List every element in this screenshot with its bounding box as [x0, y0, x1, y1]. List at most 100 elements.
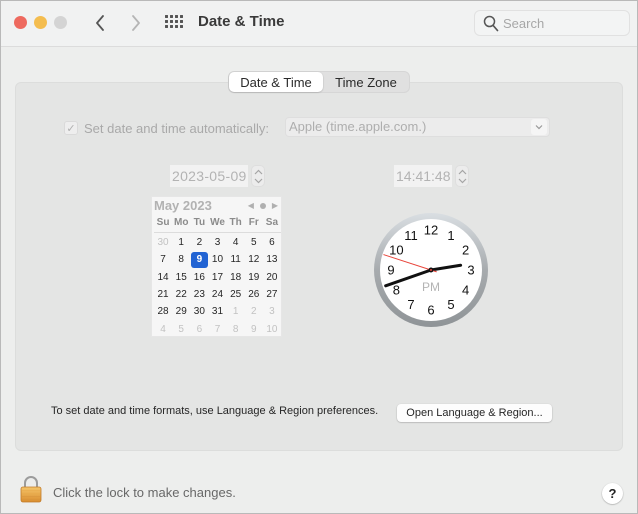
calendar-day-number: 8	[178, 254, 184, 266]
calendar-day[interactable]: 8	[227, 320, 245, 337]
calendar-day[interactable]: 6	[190, 320, 208, 337]
calendar-day[interactable]: 7	[208, 320, 226, 337]
calendar-day[interactable]: 5	[172, 320, 190, 337]
calendar-day[interactable]: 24	[208, 286, 226, 303]
back-button[interactable]	[89, 11, 111, 35]
calendar-day[interactable]: 10	[208, 251, 226, 268]
calendar-day-number: 6	[196, 323, 203, 335]
next-month-icon[interactable]: ▶	[272, 201, 278, 210]
date-stepper[interactable]	[251, 165, 265, 187]
clock-numeral: 1	[447, 228, 454, 243]
calendar-day[interactable]: 9	[245, 320, 263, 337]
time-server-select[interactable]: Apple (time.apple.com.)	[285, 117, 550, 137]
calendar-day-number: 9	[250, 323, 257, 335]
calendar-day[interactable]: 19	[245, 269, 263, 286]
calendar-day[interactable]: 8	[172, 251, 190, 268]
clock-numeral: 7	[407, 297, 414, 312]
calendar-day[interactable]: 27	[263, 286, 281, 303]
weekday-label: Fr	[248, 217, 259, 228]
auto-time-label: Set date and time automatically:	[84, 120, 269, 136]
calendar-day[interactable]: 29	[172, 303, 190, 320]
tab-time-zone[interactable]: Time Zone	[323, 72, 409, 92]
today-dot-icon[interactable]	[259, 202, 266, 209]
calendar-day[interactable]: 22	[172, 286, 190, 303]
calendar-day[interactable]: 18	[227, 269, 245, 286]
calendar-day-number: 3	[269, 306, 275, 318]
minimize-window-button[interactable]	[34, 16, 47, 29]
calendar-day[interactable]: 4	[154, 320, 172, 337]
stepper-up-icon	[458, 169, 467, 175]
calendar-day[interactable]: 2	[190, 234, 208, 251]
clock-numeral: 5	[447, 297, 454, 312]
analog-clock[interactable]: 12 12 3 45678 9 1011 PM	[373, 212, 489, 328]
calendar-day[interactable]: 30	[154, 234, 172, 251]
calendar-day-number: 28	[157, 306, 169, 318]
calendar-day[interactable]: 7	[154, 251, 172, 268]
forward-button[interactable]	[125, 11, 147, 35]
clock-center-pin-inner	[430, 269, 432, 271]
calendar-day[interactable]: 20	[263, 269, 281, 286]
grid-dot	[170, 15, 173, 18]
auto-time-checkbox[interactable]: ✓	[64, 121, 78, 135]
time-stepper[interactable]	[455, 165, 469, 187]
calendar-day-number: 2	[250, 306, 257, 318]
calendar-day-number: 22	[175, 289, 187, 301]
calendar-day[interactable]: 13	[263, 251, 281, 268]
calendar-day[interactable]: 23	[190, 286, 208, 303]
tab-date-time[interactable]: Date & Time	[229, 72, 323, 92]
time-field[interactable]: 14:41:48	[394, 165, 452, 187]
calendar-day[interactable]: 5	[245, 234, 263, 251]
calendar-day[interactable]: 3	[263, 303, 281, 320]
calendar-day[interactable]: 30	[190, 303, 208, 320]
calendar-day-number: 21	[157, 289, 169, 301]
calendar-day[interactable]: 25	[227, 286, 245, 303]
calendar-day[interactable]: 12	[245, 251, 263, 268]
calendar-day[interactable]: 31	[208, 303, 226, 320]
weekday-label: Sa	[265, 217, 279, 228]
calendar-day[interactable]: 21	[154, 286, 172, 303]
calendar-day[interactable]: 4	[227, 234, 245, 251]
calendar-day[interactable]: 16	[190, 269, 208, 286]
window-title: Date & Time	[198, 13, 285, 30]
chevron-right-icon	[132, 15, 140, 31]
previous-month-icon[interactable]: ◀	[248, 201, 254, 210]
clock-period-label: PM	[422, 280, 440, 294]
calendar-day-number: 17	[211, 271, 224, 283]
lock-icon[interactable]	[19, 475, 43, 503]
grid-dot	[165, 25, 168, 28]
calendar-day-number: 31	[211, 306, 224, 318]
weekday-label: Th	[229, 217, 242, 228]
calendar-day[interactable]: 17	[208, 269, 226, 286]
calendar-day[interactable]: 1	[227, 303, 245, 320]
help-button[interactable]: ?	[602, 483, 623, 504]
search-input[interactable]	[503, 14, 623, 32]
calendar-day[interactable]: 28	[154, 303, 172, 320]
grid-dot	[175, 15, 178, 18]
close-window-button[interactable]	[14, 16, 27, 29]
calendar-day-selected[interactable]: 9	[190, 251, 208, 268]
calendar-day-number: 10	[266, 323, 278, 335]
calendar-day[interactable]: 11	[227, 251, 245, 268]
calendar-day-number: 3	[214, 237, 221, 249]
calendar-day-number: 19	[248, 271, 260, 283]
calendar-day[interactable]: 6	[263, 234, 281, 251]
calendar-day[interactable]: 1	[172, 234, 190, 251]
search-field[interactable]	[474, 10, 630, 36]
calendar-day-number: 25	[230, 289, 242, 301]
calendar-day[interactable]: 10	[263, 320, 281, 337]
calendar-day-number: 1	[178, 237, 184, 249]
calendar-day[interactable]: 3	[208, 234, 226, 251]
calendar-day[interactable]: 26	[245, 286, 263, 303]
calendar-weekdays: Su Mo Tu We Th Fr Sa	[154, 217, 281, 233]
stepper-down-icon	[458, 178, 467, 184]
auto-time-row: ✓ Set date and time automatically:	[64, 118, 269, 138]
calendar-day-number: 14	[157, 271, 169, 283]
zoom-window-button[interactable]	[54, 16, 67, 29]
chevron-down-icon	[531, 119, 547, 135]
calendar-day[interactable]: 15	[172, 269, 190, 286]
show-all-button[interactable]	[165, 14, 185, 32]
calendar-day[interactable]: 14	[154, 269, 172, 286]
calendar-day[interactable]: 2	[245, 303, 263, 320]
date-field[interactable]: 2023-05-09	[170, 165, 248, 187]
open-language-region-button[interactable]: Open Language & Region...	[397, 404, 552, 422]
